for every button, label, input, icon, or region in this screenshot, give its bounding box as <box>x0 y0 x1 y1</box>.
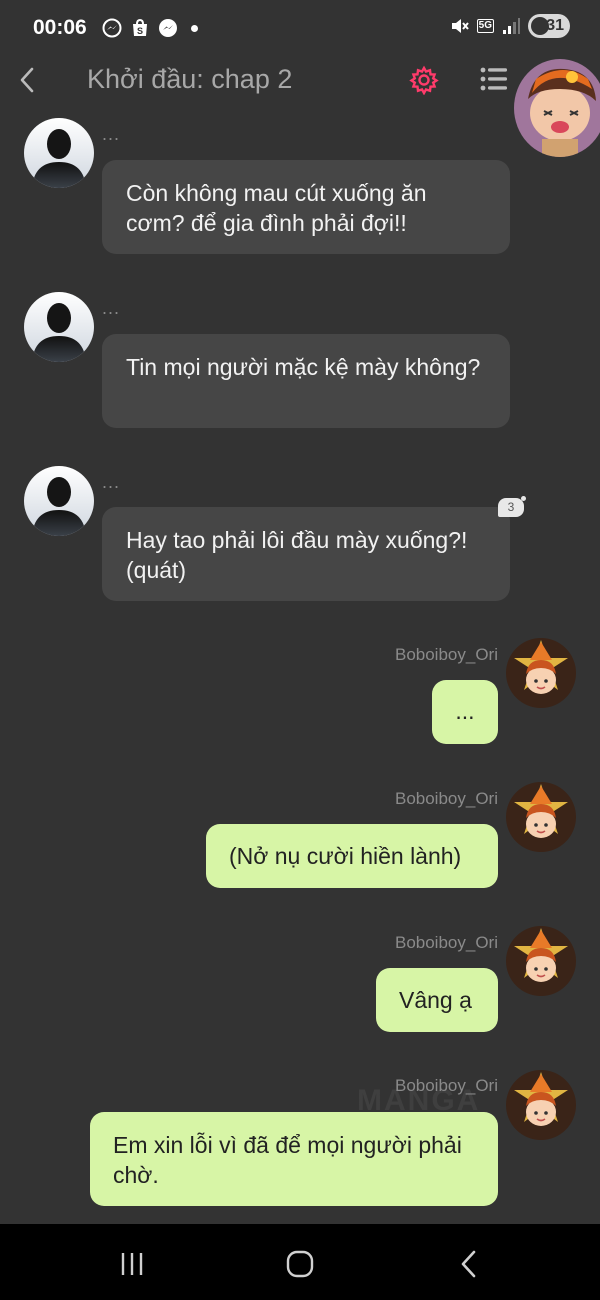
boboiboy-avatar-icon <box>506 926 576 996</box>
recent-apps-icon <box>121 1253 143 1275</box>
recent-apps-button[interactable] <box>110 1244 154 1284</box>
settings-button[interactable] <box>409 65 439 96</box>
silhouette-avatar-icon <box>24 466 94 536</box>
system-nav-bar <box>0 1224 600 1300</box>
boboiboy-avatar-icon <box>506 1070 576 1140</box>
message-bubble[interactable]: Vâng ạ <box>376 968 498 1032</box>
battery-indicator: 31 <box>528 14 570 38</box>
message-text: Tin mọi người mặc kệ mày không? <box>126 354 481 380</box>
message-text: Em xin lỗi vì đã để mọi người phải chờ. <box>113 1132 462 1188</box>
message-bubble[interactable]: ... <box>432 680 498 744</box>
message-text: Hay tao phải lôi đầu mày xuống?! (quát) <box>126 527 468 583</box>
character-avatar[interactable] <box>506 926 576 996</box>
sender-name: ... <box>102 124 121 144</box>
app-header: Khởi đầu: chap 2 <box>0 58 600 104</box>
sender-name: Boboiboy_Ori <box>394 1076 498 1095</box>
character-avatar[interactable] <box>506 638 576 708</box>
signal-icon <box>500 15 522 37</box>
chapter-list-button[interactable] <box>480 66 508 92</box>
profile-avatar[interactable] <box>514 59 600 157</box>
message-bubble[interactable]: Hay tao phải lôi đầu mày xuống?! (quát) <box>102 507 510 601</box>
message-bubble[interactable]: (Nở nụ cười hiền lành) <box>206 824 498 888</box>
status-time: 00:06 <box>33 16 87 39</box>
network-type-label: 5G <box>476 19 494 33</box>
character-avatar[interactable] <box>506 1070 576 1140</box>
character-avatar[interactable] <box>24 466 94 536</box>
sender-name: ... <box>102 298 121 318</box>
message-bubble[interactable]: Em xin lỗi vì đã để mọi người phải chờ. <box>90 1112 498 1206</box>
character-avatar[interactable] <box>24 118 94 188</box>
character-avatar[interactable] <box>506 782 576 852</box>
message-text: (Nở nụ cười hiền lành) <box>229 843 462 869</box>
status-bar: 00:06 S 5G 31 <box>0 0 600 58</box>
sender-name: Boboiboy_Ori <box>394 645 498 664</box>
comment-count-badge[interactable]: 3 <box>498 496 526 517</box>
more-notifications-dot <box>191 24 198 32</box>
character-avatar[interactable] <box>24 292 94 362</box>
shopee-bag-icon: S <box>129 17 151 39</box>
gear-icon <box>409 65 439 96</box>
message-bubble[interactable]: Còn không mau cút xuống ăn cơm? để gia đ… <box>102 160 510 254</box>
message-bubble[interactable]: Tin mọi người mặc kệ mày không? <box>102 334 510 428</box>
home-icon <box>286 1250 314 1278</box>
boboiboy-avatar-icon <box>506 782 576 852</box>
svg-text:S: S <box>137 26 143 36</box>
message-text: Còn không mau cút xuống ăn cơm? để gia đ… <box>126 180 427 236</box>
home-button[interactable] <box>278 1244 322 1284</box>
story-title: Khởi đầu: chap 2 <box>87 64 293 94</box>
back-button[interactable] <box>12 62 42 98</box>
sender-name: Boboiboy_Ori <box>394 933 498 952</box>
notification-icons: S <box>101 17 198 39</box>
sender-name: Boboiboy_Ori <box>394 789 498 808</box>
silhouette-avatar-icon <box>24 292 94 362</box>
message-text: ... <box>455 698 475 724</box>
chevron-left-icon <box>20 67 34 93</box>
battery-saver-icon <box>531 17 549 35</box>
messenger-icon <box>157 17 179 39</box>
back-arrow-icon <box>461 1250 476 1278</box>
boboiboy-avatar-icon <box>506 638 576 708</box>
system-back-button[interactable] <box>446 1244 490 1284</box>
message-text: Vâng ạ <box>399 987 472 1013</box>
mute-icon <box>449 15 471 37</box>
messenger-icon <box>101 17 123 39</box>
system-icons: 5G 31 <box>449 14 570 38</box>
list-icon <box>480 67 507 91</box>
sender-name: ... <box>102 472 121 492</box>
silhouette-avatar-icon <box>24 118 94 188</box>
